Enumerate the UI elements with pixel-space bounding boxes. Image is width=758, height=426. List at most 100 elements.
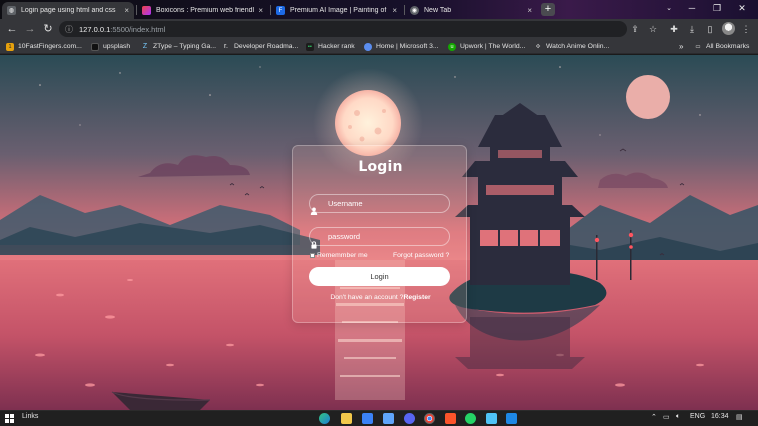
site-info-icon[interactable]: ⓘ [65, 24, 73, 35]
bookmark-item[interactable]: Home | Microsoft 3... [364, 40, 439, 53]
roadmap-icon: r. [224, 43, 228, 50]
anime-icon: ✣ [535, 43, 541, 50]
forgot-password-link[interactable]: Forgot password ? [393, 252, 449, 259]
bookmark-item[interactable]: upsplash [91, 40, 130, 53]
file-explorer-icon[interactable] [341, 413, 352, 424]
ztype-icon: Z [142, 43, 148, 50]
maximize-button[interactable]: ❐ [706, 2, 728, 15]
forward-arrow-icon[interactable]: → [23, 22, 37, 36]
tab-divider [136, 5, 137, 15]
folder-icon: ▭ [695, 43, 701, 50]
url-host: 127.0.0.1 [79, 24, 111, 34]
bookmark-label: Home | Microsoft 3... [376, 43, 439, 50]
bookmark-item[interactable]: ✣ Watch Anime Onlin... [534, 40, 610, 53]
tab-search-icon[interactable]: ⌄ [658, 2, 680, 15]
notepad-icon[interactable] [486, 413, 497, 424]
brave-icon[interactable] [445, 413, 456, 424]
close-icon[interactable]: × [392, 6, 397, 15]
links-toolbar-label[interactable]: Links [22, 413, 38, 420]
tab-login-page[interactable]: ◍ Login page using html and css × [2, 2, 134, 19]
username-input[interactable] [309, 194, 450, 213]
side-panel-icon[interactable]: ▯ [703, 22, 717, 36]
minimize-button[interactable]: ─ [681, 2, 703, 15]
tab-divider [404, 5, 405, 15]
share-icon[interactable]: ⇪ [628, 22, 642, 36]
register-prompt: Don't have an account ?Register [293, 294, 468, 301]
microsoft-icon [364, 42, 372, 51]
login-title: Login [358, 159, 403, 175]
remember-me-label: Rememmber me [317, 252, 368, 259]
url-path: :5500/index.html [110, 24, 166, 34]
bookmark-label: Upwork | The World... [460, 43, 526, 50]
chrome-icon[interactable] [424, 413, 435, 424]
login-card: Login Rememmber me Forgot password ? Log… [292, 145, 467, 323]
login-button[interactable]: Login [309, 267, 450, 286]
address-bar[interactable]: ⓘ 127.0.0.1 :5500/index.html [59, 21, 627, 37]
bookmark-label: 10FastFingers.com... [18, 43, 82, 50]
bookmark-item[interactable]: r. Developer Roadma... [222, 40, 298, 53]
chrome-icon: ◉ [410, 6, 419, 15]
10ff-icon: 1 [6, 42, 14, 51]
bookmarks-overflow-button[interactable]: » [679, 40, 683, 53]
bookmark-label: upsplash [103, 43, 131, 50]
edge-icon[interactable] [319, 413, 330, 424]
all-bookmarks-label: All Bookmarks [706, 43, 750, 50]
register-prompt-text: Don't have an account ? [330, 294, 404, 301]
close-icon[interactable]: × [124, 6, 129, 15]
all-bookmarks-button[interactable]: ▭ All Bookmarks [694, 40, 749, 53]
bookmark-item[interactable]: Z ZType – Typing Ga... [141, 40, 216, 53]
upwork-icon: u [448, 42, 456, 51]
profile-avatar[interactable] [722, 22, 735, 35]
tab-title: Premium AI Image | Painting of [290, 7, 387, 14]
store-icon[interactable] [362, 413, 373, 424]
register-link[interactable]: Register [403, 294, 430, 301]
bookmarks-bar: 1 10FastFingers.com... upsplash Z ZType … [0, 39, 758, 54]
tab-title: Boxicons : Premium web friendly [156, 7, 255, 14]
bookmark-item[interactable]: ▪▪ Hacker rank [306, 40, 355, 53]
tab-new-tab[interactable]: ◉ New Tab × [405, 2, 537, 19]
user-icon [310, 207, 318, 215]
vscode-icon[interactable] [506, 413, 517, 424]
discord-icon[interactable] [404, 413, 415, 424]
network-icon[interactable]: ▭ [663, 413, 670, 421]
tab-premium-ai-image[interactable]: F Premium AI Image | Painting of × [271, 2, 402, 19]
browser-tab-strip: ◍ Login page using html and css × Boxico… [0, 0, 758, 19]
remember-me-checkbox[interactable] [310, 253, 315, 258]
menu-kebab-icon[interactable]: ⋮ [739, 22, 753, 36]
browser-toolbar: ← → ↻ ⓘ 127.0.0.1 :5500/index.html ⇪ ☆ ✚… [0, 19, 758, 39]
language-indicator[interactable]: ENG [690, 413, 705, 420]
unsplash-icon [91, 42, 99, 51]
lock-icon [311, 241, 317, 249]
download-icon[interactable]: ⤓ [685, 22, 699, 36]
bookmark-label: Hacker rank [318, 43, 355, 50]
windows-start-icon[interactable] [5, 414, 14, 423]
tab-title: Login page using html and css [21, 7, 116, 14]
tab-title: New Tab [424, 7, 452, 14]
volume-icon[interactable]: 🔈︎ [676, 413, 680, 421]
back-arrow-icon[interactable]: ← [5, 22, 19, 36]
hackerrank-icon: ▪▪ [306, 42, 314, 51]
bookmark-item[interactable]: u Upwork | The World... [448, 40, 525, 53]
bookmark-label: Watch Anime Onlin... [546, 43, 610, 50]
remember-me-option[interactable]: Rememmber me [310, 252, 368, 259]
clock[interactable]: 16:34 [711, 413, 729, 420]
globe-icon: ◍ [7, 6, 16, 15]
tab-divider [270, 5, 271, 15]
photos-icon[interactable] [383, 413, 394, 424]
close-window-button[interactable]: ✕ [731, 2, 753, 15]
close-icon[interactable]: × [527, 6, 532, 15]
extensions-icon[interactable]: ✚ [667, 22, 681, 36]
new-tab-button[interactable]: + [541, 3, 555, 16]
close-icon[interactable]: × [258, 6, 263, 15]
bookmark-star-icon[interactable]: ☆ [646, 22, 660, 36]
boxicons-icon [142, 6, 151, 15]
page-viewport: Login Rememmber me Forgot password ? Log… [0, 55, 758, 410]
freepik-icon: F [276, 6, 285, 15]
reload-icon[interactable]: ↻ [41, 22, 55, 36]
bookmark-item[interactable]: 1 10FastFingers.com... [6, 40, 82, 53]
tab-boxicons[interactable]: Boxicons : Premium web friendly × [137, 2, 268, 19]
tray-overflow-icon[interactable]: ⌃ [651, 413, 657, 421]
password-input[interactable] [309, 227, 450, 246]
whatsapp-icon[interactable] [465, 413, 476, 424]
notifications-icon[interactable]: ▤ [736, 413, 743, 421]
